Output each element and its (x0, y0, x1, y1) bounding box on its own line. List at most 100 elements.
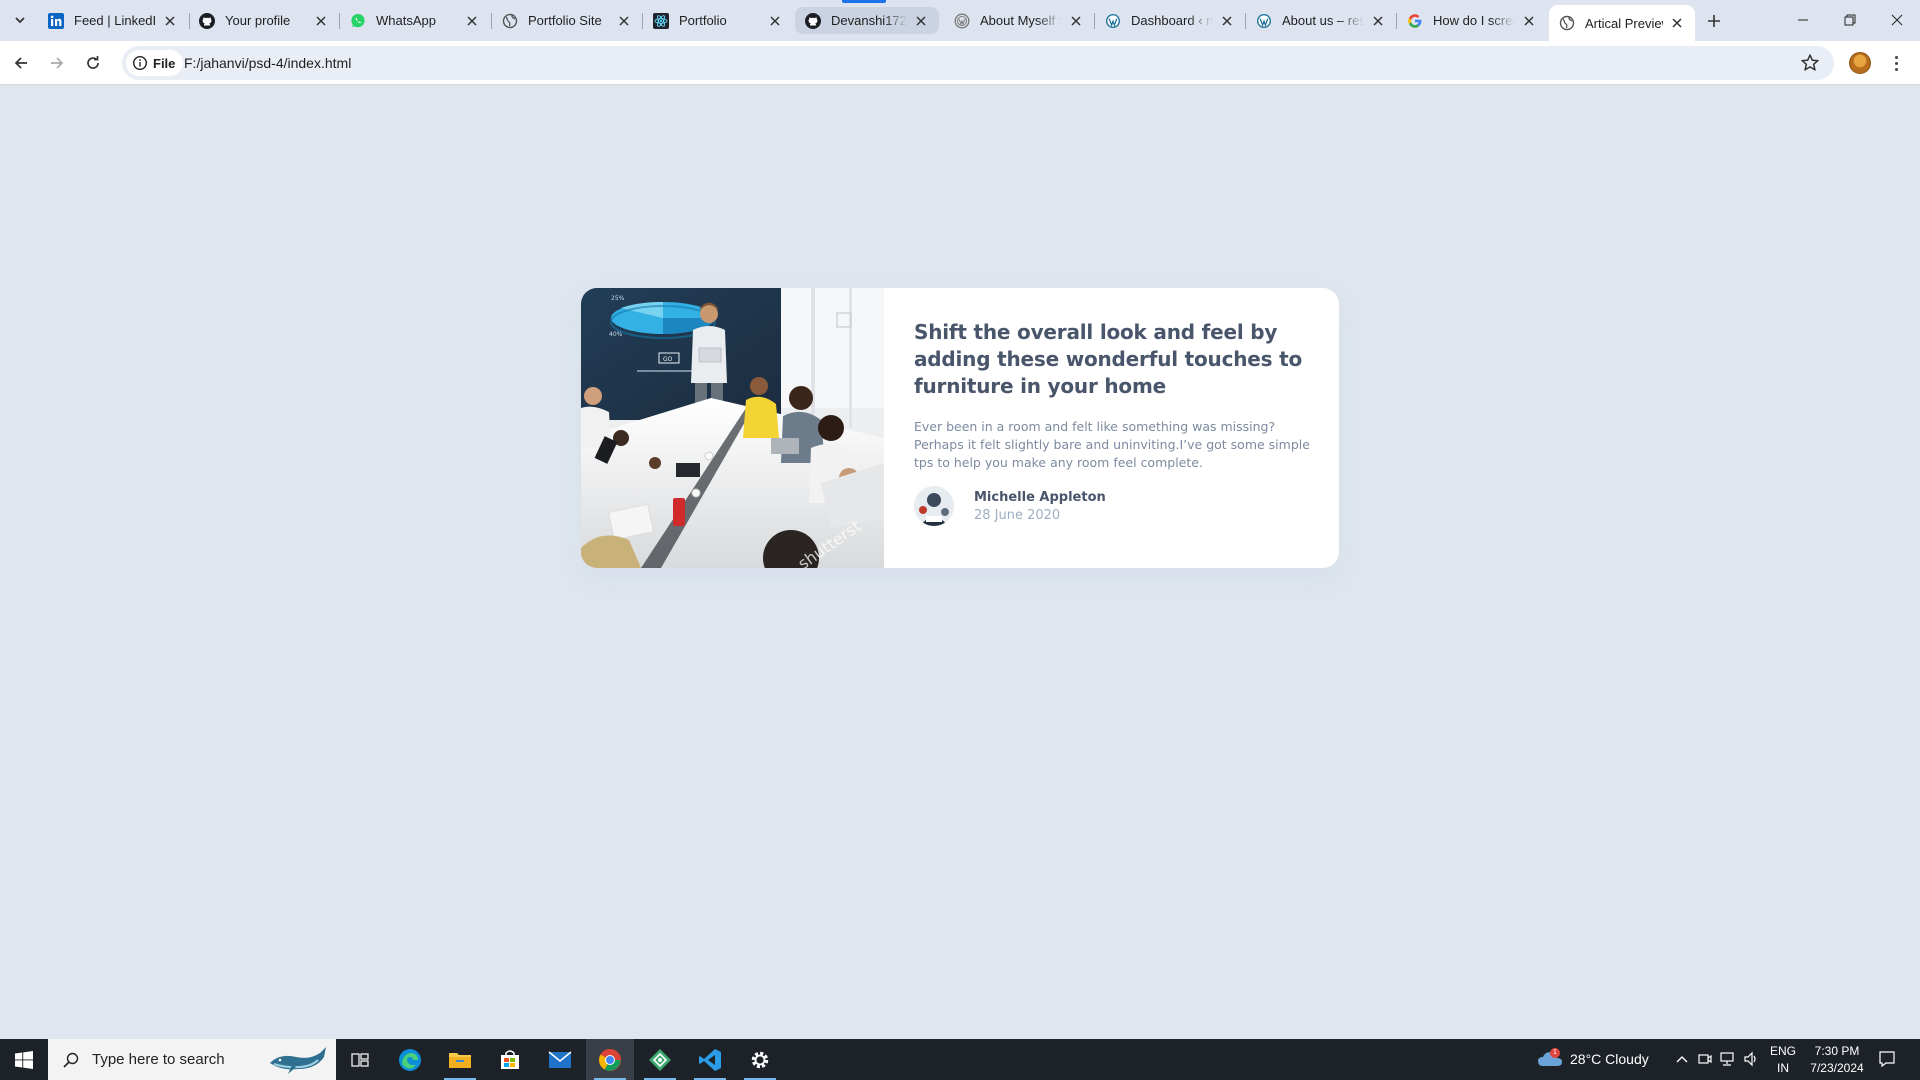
chevron-up-icon[interactable] (1676, 1054, 1688, 1064)
tab-title: About Myself S (980, 13, 1062, 28)
plus-icon (1708, 15, 1720, 27)
taskbar-settings[interactable] (736, 1039, 784, 1080)
task-view-button[interactable] (336, 1039, 384, 1080)
github-icon (199, 12, 215, 29)
back-button[interactable] (6, 48, 36, 78)
tab-title: How do I scree (1433, 13, 1515, 28)
tab-portfolio-site[interactable]: Portfolio Site (492, 7, 642, 34)
edge-icon (399, 1048, 421, 1071)
taskbar-file-explorer[interactable] (436, 1039, 484, 1080)
linkedin-icon (48, 12, 64, 29)
author-row: Michelle Appleton 28 June 2020 (914, 486, 1314, 526)
arrow-left-icon (14, 57, 27, 69)
chrome-icon (599, 1048, 621, 1071)
tab-dashboard[interactable]: Dashboard ‹ re (1095, 7, 1245, 34)
address-bar[interactable]: File F:/jahanvi/psd-4/index.html (122, 46, 1834, 80)
close-icon[interactable] (1068, 13, 1084, 29)
bookmark-star-icon[interactable] (1800, 53, 1820, 73)
react-icon (653, 12, 669, 29)
taskbar-edge[interactable] (386, 1039, 434, 1080)
taskbar-app-green[interactable] (636, 1039, 684, 1080)
globe-icon (1559, 15, 1575, 31)
close-icon[interactable] (1669, 15, 1685, 31)
windows-taskbar: Type here to search 1 28°C Cloudy ENG IN… (0, 1039, 1920, 1080)
go-label: GO (663, 356, 673, 363)
close-icon[interactable] (1219, 13, 1235, 29)
tab-about-us[interactable]: About us – rest (1246, 7, 1396, 34)
tab-linkedin[interactable]: Feed | LinkedIn (38, 7, 188, 34)
tab-title: WhatsApp (376, 13, 436, 28)
weather-badge: 1 (1550, 1048, 1560, 1058)
close-icon[interactable] (313, 13, 329, 29)
tab-audio-indicator (842, 0, 886, 3)
chevron-down-icon (15, 17, 25, 24)
restore-icon (1844, 14, 1856, 26)
wordpress-icon (1105, 13, 1121, 29)
tab-github-repo[interactable]: Devanshi1728/ (795, 7, 939, 34)
close-icon[interactable] (162, 13, 178, 29)
tab-portfolio[interactable]: Portfolio (643, 7, 793, 34)
reload-button[interactable] (78, 48, 108, 78)
weather-text[interactable]: 28°C Cloudy (1570, 1051, 1649, 1067)
reload-icon (87, 56, 99, 69)
profile-avatar[interactable] (1849, 52, 1871, 74)
article-date: 28 June 2020 (974, 507, 1061, 523)
start-button[interactable] (0, 1039, 48, 1080)
tab-google-search[interactable]: How do I scree (1397, 7, 1547, 34)
restore-button[interactable] (1827, 0, 1873, 40)
article-card: 25% 40% GO shutterst Shift the overall l… (581, 288, 1339, 568)
chart-label: 40% (609, 331, 623, 338)
menu-kebab-icon[interactable] (1886, 53, 1906, 73)
gear-icon (751, 1051, 769, 1068)
arrow-right-icon (51, 57, 64, 69)
taskbar-search-placeholder: Type here to search (92, 1051, 225, 1068)
close-window-button[interactable] (1874, 0, 1920, 40)
minimize-button[interactable] (1780, 0, 1826, 40)
close-icon[interactable] (767, 13, 783, 29)
folder-icon (449, 1052, 471, 1068)
taskbar-mail[interactable] (536, 1039, 584, 1080)
site-info-chip[interactable]: File (126, 50, 184, 76)
whatsapp-icon (350, 13, 366, 29)
tab-title: Portfolio (679, 13, 727, 28)
new-tab-button[interactable] (1700, 8, 1728, 34)
taskbar-search-box[interactable]: Type here to search (48, 1039, 336, 1080)
task-view-icon (351, 1052, 369, 1067)
network-icon[interactable] (1719, 1051, 1735, 1067)
tab-search-button[interactable] (6, 7, 34, 33)
taskbar-store[interactable] (486, 1039, 534, 1080)
store-icon (501, 1049, 519, 1069)
windows-logo-icon (15, 1050, 33, 1069)
close-icon[interactable] (1521, 13, 1537, 29)
tab-title: Portfolio Site (528, 13, 602, 28)
article-title: Shift the overall look and feel by addin… (914, 320, 1303, 398)
tab-title: Artical Preview (1585, 15, 1663, 31)
globe-icon (502, 13, 518, 29)
close-icon[interactable] (1370, 13, 1386, 29)
info-icon (132, 55, 148, 71)
close-icon[interactable] (913, 13, 929, 29)
tab-title: Your profile (225, 13, 291, 28)
tab-github-profile[interactable]: Your profile (189, 7, 339, 34)
taskbar-chrome[interactable] (586, 1039, 634, 1080)
forward-button[interactable] (42, 48, 72, 78)
author-name: Michelle Appleton (974, 489, 1106, 505)
volume-icon[interactable] (1743, 1051, 1759, 1067)
tab-whatsapp[interactable]: WhatsApp (340, 7, 490, 34)
close-icon[interactable] (616, 13, 632, 29)
taskbar-vscode[interactable] (686, 1039, 734, 1080)
tab-title: About us – rest (1282, 13, 1364, 28)
chart-label: 25% (611, 295, 625, 302)
notification-icon[interactable] (1878, 1050, 1896, 1068)
tab-about-myself[interactable]: About Myself S (944, 7, 1094, 34)
meet-now-icon[interactable] (1698, 1052, 1712, 1066)
language-indicator[interactable]: ENG IN (1768, 1043, 1798, 1077)
url-text[interactable]: F:/jahanvi/psd-4/index.html (184, 55, 351, 71)
wordpress-icon (1256, 13, 1272, 29)
clock[interactable]: 7:30 PM 7/23/2024 (1802, 1043, 1872, 1077)
tab-artical-preview[interactable]: Artical Preview (1549, 5, 1695, 41)
article-image: 25% 40% GO shutterst (581, 288, 884, 568)
tab-title: Feed | LinkedIn (74, 13, 156, 28)
close-icon[interactable] (464, 13, 480, 29)
vscode-icon (699, 1048, 721, 1071)
